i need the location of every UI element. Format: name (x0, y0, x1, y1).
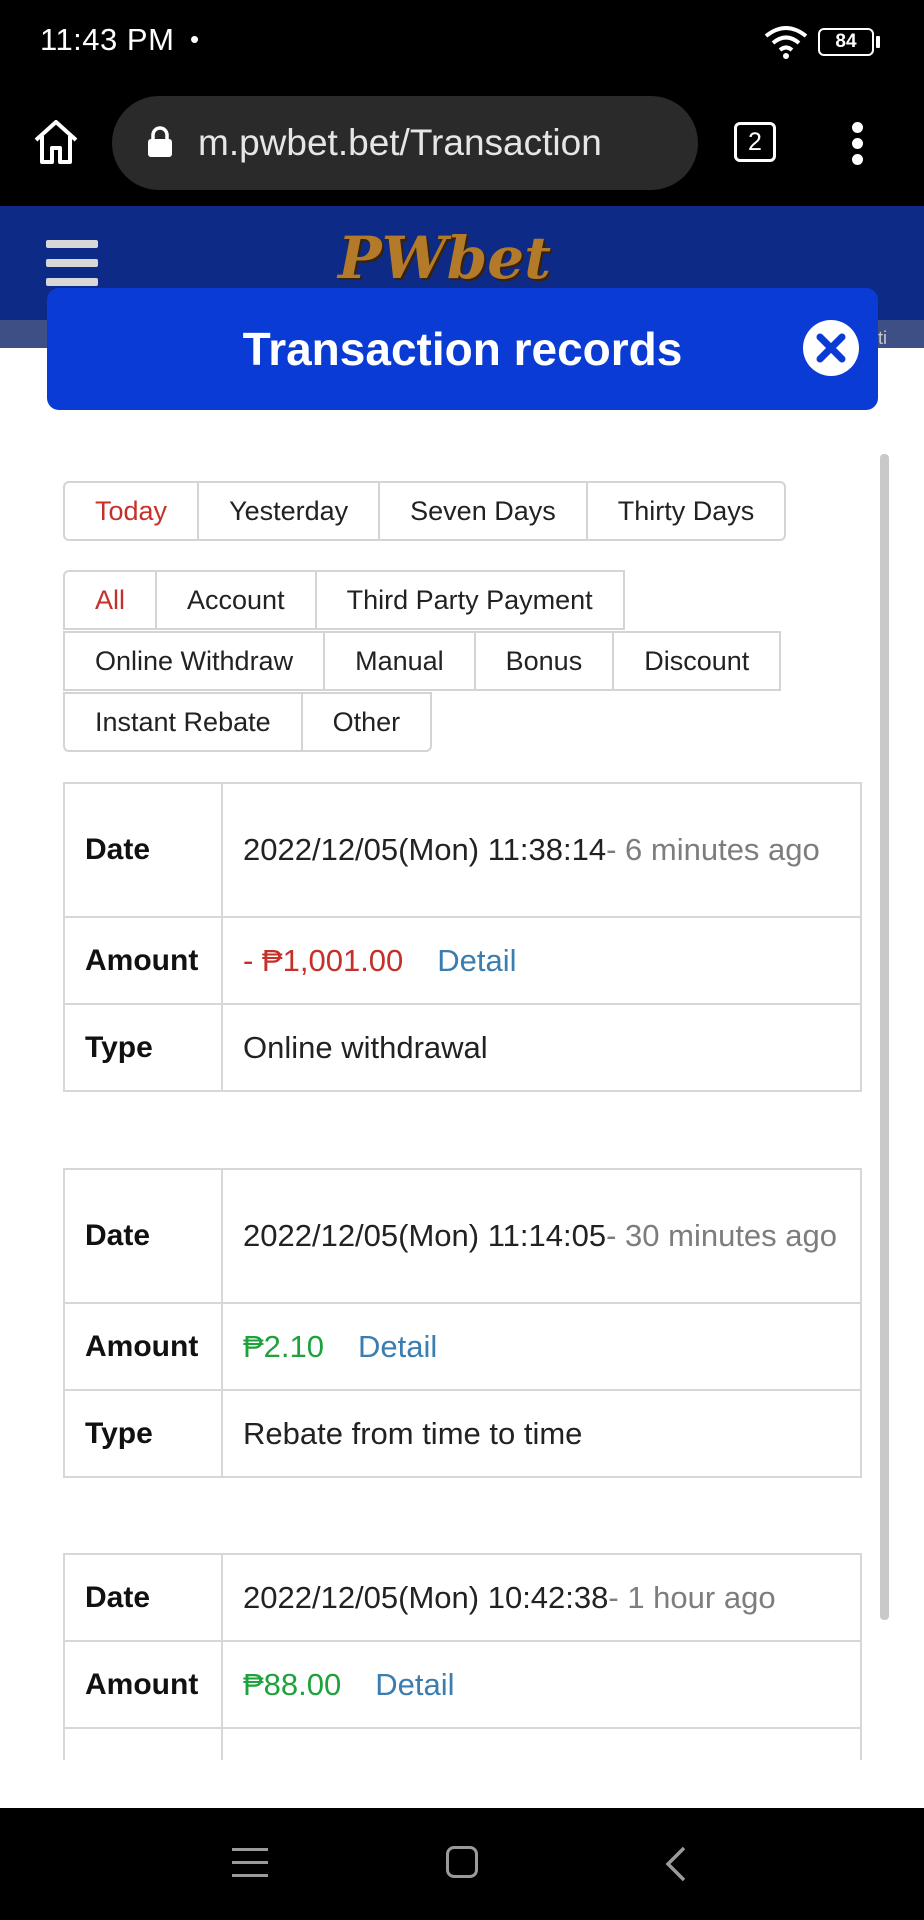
filter-third-party-payment-button[interactable]: Third Party Payment (314, 570, 625, 630)
type-label: Type (63, 1389, 223, 1478)
record-card: Date 2022/12/05(Mon) 11:14:05- 30 minute… (63, 1168, 862, 1478)
record-type: Online withdrawal (221, 1003, 862, 1092)
record-amount: ₱88.00 (243, 1666, 342, 1702)
record-datetime: 2022/12/05(Mon) 11:38:14 (243, 832, 607, 867)
hamburger-menu-icon[interactable] (46, 240, 98, 286)
filter-discount-button[interactable]: Discount (612, 631, 782, 691)
filter-yesterday-button[interactable]: Yesterday (197, 481, 381, 541)
filter-bonus-button[interactable]: Bonus (473, 631, 615, 691)
filter-all-button[interactable]: All (63, 570, 158, 630)
date-label: Date (63, 782, 223, 918)
date-label: Date (63, 1553, 223, 1642)
amount-value: ₱88.00 Detail (221, 1640, 862, 1729)
date-filter-group: Today Yesterday Seven Days Thirty Days (63, 481, 787, 541)
modal-title: Transaction records (242, 323, 683, 375)
wifi-icon (764, 26, 808, 59)
recents-icon[interactable] (232, 1848, 268, 1880)
record-datetime: 2022/12/05(Mon) 10:42:38 (243, 1579, 609, 1615)
scrollbar[interactable] (880, 454, 889, 1620)
status-bar: 11:43 PM • 84 (0, 0, 924, 86)
system-nav-bar (0, 1808, 924, 1920)
url-text[interactable]: m.pwbet.bet/Transaction (198, 122, 602, 164)
filter-today-button[interactable]: Today (63, 481, 200, 541)
amount-value: - ₱1,001.00 Detail (221, 916, 862, 1005)
type-filter-row-2: Online Withdraw Manual Bonus Discount (63, 631, 782, 691)
home-icon[interactable] (30, 116, 82, 168)
date-value: 2022/12/05(Mon) 11:38:14- 6 minutes ago (221, 782, 862, 918)
more-menu-icon[interactable] (852, 122, 864, 166)
detail-link[interactable]: Detail (358, 1329, 437, 1364)
battery-indicator: 84 (818, 28, 874, 56)
battery-nub (876, 36, 880, 48)
record-relative-time: - 30 minutes ago (606, 1218, 838, 1253)
type-filter-row-3: Instant Rebate Other (63, 692, 433, 752)
record-type: Promotion (221, 1727, 862, 1760)
amount-value: ₱2.10 Detail (221, 1302, 862, 1391)
lock-icon (148, 126, 172, 157)
url-bar[interactable]: m.pwbet.bet/Transaction (112, 96, 698, 190)
records-list: Date 2022/12/05(Mon) 11:38:14- 6 minutes… (0, 760, 924, 1760)
record-type: Rebate from time to time (221, 1389, 862, 1478)
nav-home-icon[interactable] (446, 1846, 478, 1878)
date-value: 2022/12/05(Mon) 11:14:05- 30 minutes ago (221, 1168, 862, 1304)
record-datetime: 2022/12/05(Mon) 11:14:05 (243, 1218, 607, 1253)
filter-manual-button[interactable]: Manual (323, 631, 476, 691)
record-card: Date 2022/12/05(Mon) 11:38:14- 6 minutes… (63, 782, 862, 1092)
header-cut-text: ti (878, 328, 887, 348)
back-icon[interactable] (664, 1846, 688, 1882)
status-time: 11:43 PM (40, 22, 175, 57)
filter-account-button[interactable]: Account (155, 570, 317, 630)
close-button[interactable] (803, 320, 859, 376)
detail-link[interactable]: Detail (375, 1667, 454, 1702)
tab-switcher-button[interactable]: 2 (734, 122, 776, 162)
record-relative-time: - 6 minutes ago (606, 832, 820, 867)
modal-title-bar: Transaction records (47, 288, 878, 410)
type-filter-row-1: All Account Third Party Payment (63, 570, 625, 630)
amount-label: Amount (63, 1640, 223, 1729)
notification-dot: • (190, 24, 200, 54)
filter-instant-rebate-button[interactable]: Instant Rebate (63, 692, 303, 752)
amount-label: Amount (63, 916, 223, 1005)
record-amount: - ₱1,001.00 (243, 942, 404, 978)
close-icon[interactable] (813, 330, 849, 366)
record-amount: ₱2.10 (243, 1328, 325, 1364)
record-relative-time: - 1 hour ago (608, 1579, 776, 1615)
filter-other-button[interactable]: Other (300, 692, 433, 752)
filter-online-withdraw-button[interactable]: Online Withdraw (63, 631, 326, 691)
date-value: 2022/12/05(Mon) 10:42:38- 1 hour ago (221, 1553, 862, 1642)
record-card: Date 2022/12/05(Mon) 10:42:38- 1 hour ag… (63, 1553, 862, 1760)
browser-toolbar: m.pwbet.bet/Transaction 2 (0, 86, 924, 206)
type-label: Type (63, 1727, 223, 1760)
filter-thirty-days-button[interactable]: Thirty Days (585, 481, 787, 541)
detail-link[interactable]: Detail (437, 943, 516, 978)
type-label: Type (63, 1003, 223, 1092)
filter-seven-days-button[interactable]: Seven Days (378, 481, 588, 541)
date-label: Date (63, 1168, 223, 1304)
amount-label: Amount (63, 1302, 223, 1391)
